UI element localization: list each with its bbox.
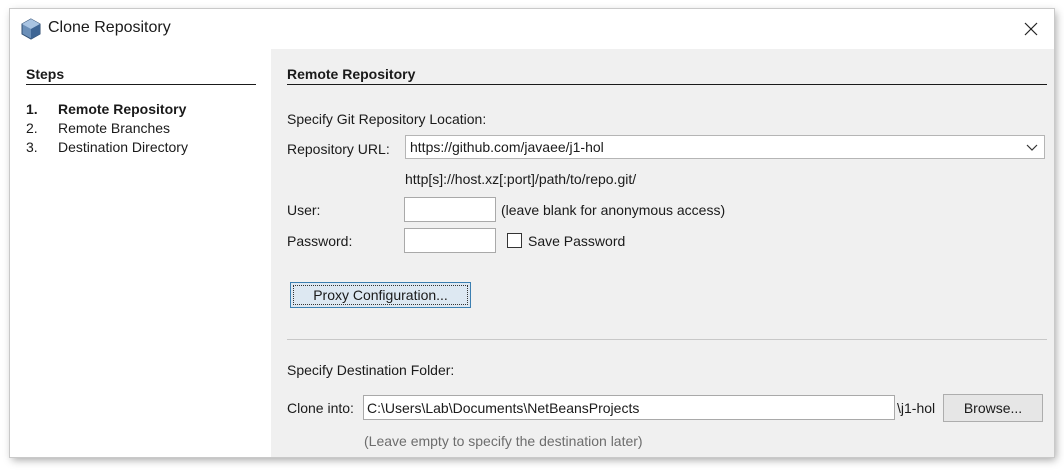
clone-into-field[interactable] xyxy=(363,395,895,420)
netbeans-cube-icon xyxy=(21,18,41,40)
steps-list: 1. Remote Repository 2. Remote Branches 3.… xyxy=(26,100,188,157)
step-number: 2. xyxy=(26,120,38,136)
step-remote-repository: 1. Remote Repository xyxy=(26,100,188,119)
repository-url-combobox[interactable] xyxy=(405,135,1045,159)
steps-header: Steps xyxy=(26,66,256,85)
user-field[interactable] xyxy=(404,197,496,222)
focus-ring xyxy=(293,285,468,305)
steps-panel: Steps 1. Remote Repository 2. Remote Branc… xyxy=(10,49,271,457)
step-label: Remote Branches xyxy=(58,120,171,136)
step-destination-directory: 3. Destination Directory xyxy=(26,138,188,157)
step-label: Destination Directory xyxy=(58,139,188,155)
clone-into-label: Clone into: xyxy=(287,400,354,416)
step-label: Remote Repository xyxy=(58,101,187,117)
save-password-checkbox[interactable] xyxy=(507,233,522,248)
window-title: Clone Repository xyxy=(48,19,171,36)
section-title: Remote Repository xyxy=(287,66,1047,85)
section-divider xyxy=(287,339,1047,340)
step-number: 3. xyxy=(26,139,38,155)
user-label: User: xyxy=(287,202,321,218)
close-button[interactable] xyxy=(1008,9,1054,49)
url-format-hint: http[s]://host.xz[:port]/path/to/repo.gi… xyxy=(405,171,637,187)
close-icon xyxy=(1024,22,1038,36)
proxy-configuration-button[interactable]: Proxy Configuration... xyxy=(290,282,471,308)
destination-empty-hint: (Leave empty to specify the destination … xyxy=(364,433,643,449)
save-password-label[interactable]: Save Password xyxy=(528,233,625,249)
chevron-down-icon[interactable] xyxy=(1026,142,1038,152)
browse-label: Browse... xyxy=(963,400,1023,416)
specify-destination-label: Specify Destination Folder: xyxy=(287,362,455,378)
specify-location-label: Specify Git Repository Location: xyxy=(287,111,487,127)
step-number: 1. xyxy=(26,101,38,117)
step-remote-branches: 2. Remote Branches xyxy=(26,119,188,138)
title-bar: Clone Repository xyxy=(10,9,1054,49)
folder-suffix: \j1-hol xyxy=(897,400,936,416)
browse-button[interactable]: Browse... xyxy=(943,394,1043,422)
password-label: Password: xyxy=(287,233,353,249)
user-hint: (leave blank for anonymous access) xyxy=(501,202,726,218)
repository-url-label: Repository URL: xyxy=(287,141,390,157)
clone-repository-dialog: Clone Repository Steps 1. Remote Reposito… xyxy=(10,9,1054,457)
password-field[interactable] xyxy=(404,228,496,253)
repository-url-input[interactable] xyxy=(410,136,1010,158)
wizard-content-panel: Remote Repository Specify Git Repository… xyxy=(271,49,1054,457)
